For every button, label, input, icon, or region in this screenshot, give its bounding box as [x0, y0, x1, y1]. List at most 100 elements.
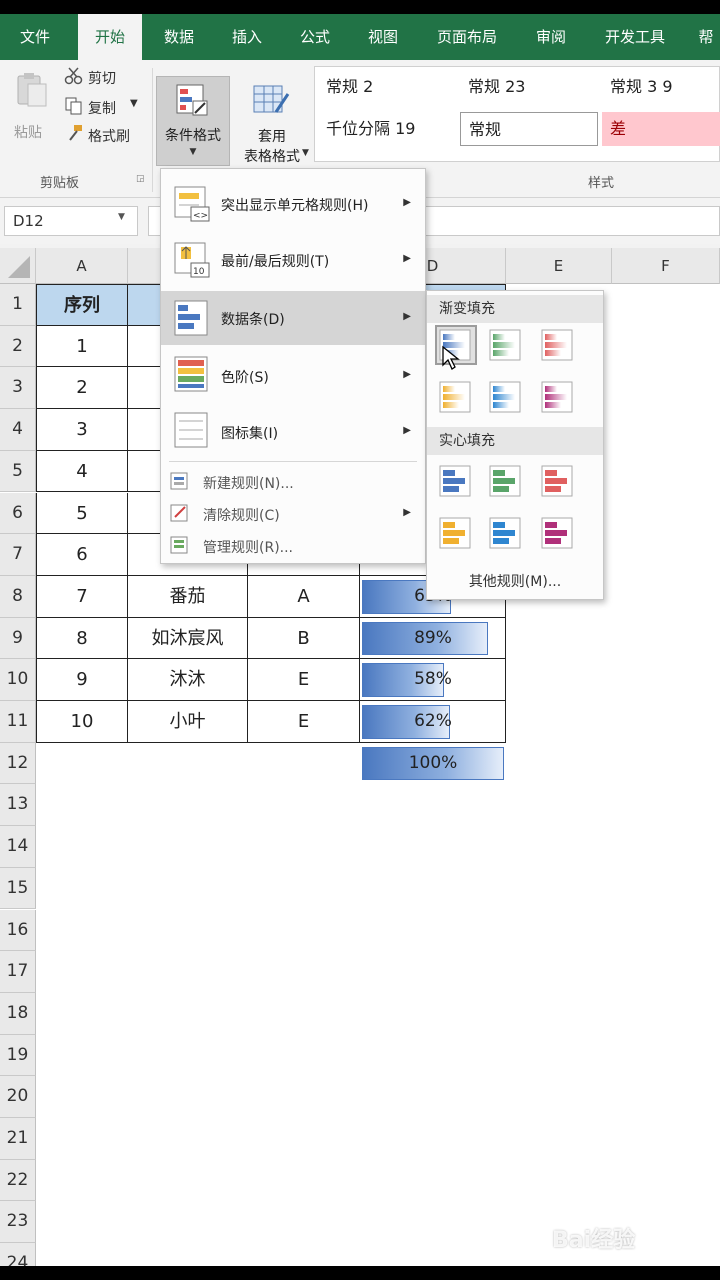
menu-item-clear-rules[interactable]: 清除规则(C) ▶	[161, 499, 425, 529]
tab-formulas[interactable]: 公式	[286, 14, 344, 60]
paste-label[interactable]: 粘贴	[14, 122, 42, 142]
style-comma-19[interactable]: 千位分隔 19	[318, 112, 458, 146]
name-box-dropdown-icon[interactable]: ▼	[118, 212, 125, 222]
menu-item-color-scales[interactable]: 色阶(S) ▶	[161, 349, 425, 401]
menu-label-top-bottom: 最前/最后规则(T)	[221, 254, 330, 270]
table-format-button[interactable]: 套用 表格格式	[234, 76, 310, 166]
table-cell-sequence[interactable]: 10	[36, 701, 128, 743]
gradient-data-bar-option[interactable]	[487, 327, 525, 363]
row-header[interactable]: 23	[0, 1201, 36, 1244]
menu-item-icon-sets[interactable]: 图标集(I) ▶	[161, 405, 425, 457]
row-header[interactable]: 16	[0, 909, 36, 952]
row-header[interactable]: 2	[0, 325, 36, 368]
tab-view[interactable]: 视图	[354, 14, 412, 60]
row-header[interactable]: 18	[0, 992, 36, 1035]
menu-item-top-bottom-rules[interactable]: 10 最前/最后规则(T) ▶	[161, 233, 425, 285]
paste-icon[interactable]	[12, 70, 52, 110]
table-cell-grade[interactable]: E	[248, 659, 360, 701]
tab-developer[interactable]: 开发工具	[592, 14, 678, 60]
menu-item-highlight-rules[interactable]: <> 突出显示单元格规则(H) ▶	[161, 177, 425, 229]
row-header[interactable]: 9	[0, 617, 36, 660]
solid-data-bar-option[interactable]	[487, 463, 525, 499]
tab-file[interactable]: 文件	[6, 14, 64, 60]
gradient-data-bar-option[interactable]	[539, 327, 577, 363]
style-normal[interactable]: 常规	[460, 112, 598, 146]
clipboard-launcher-icon[interactable]: ◲	[136, 174, 145, 184]
table-cell-name[interactable]: 如沐宸风	[128, 617, 248, 660]
copy-dropdown-icon[interactable]: ▼	[130, 98, 138, 109]
table-cell-grade[interactable]: E	[248, 701, 360, 743]
scissors-icon	[64, 66, 84, 86]
style-normal-2[interactable]: 常规 2	[318, 70, 458, 104]
solid-data-bar-option[interactable]	[437, 515, 475, 551]
table-cell-sequence[interactable]: 1	[36, 325, 128, 368]
menu-item-new-rule[interactable]: 新建规则(N)...	[161, 467, 425, 497]
menu-item-data-bars[interactable]: 数据条(D) ▶	[161, 291, 425, 345]
row-header[interactable]: 13	[0, 784, 36, 827]
row-header[interactable]: 10	[0, 659, 36, 701]
menu-label-manage-rules: 管理规则(R)...	[203, 540, 294, 556]
row-header[interactable]: 17	[0, 951, 36, 993]
table-cell-name[interactable]: 小叶	[128, 701, 248, 743]
row-header[interactable]: 19	[0, 1034, 36, 1077]
row-header[interactable]: 6	[0, 492, 36, 535]
row-header[interactable]: 8	[0, 575, 36, 618]
row-header[interactable]: 4	[0, 409, 36, 451]
table-cell-sequence[interactable]: 7	[36, 575, 128, 618]
table-cell-sequence[interactable]: 4	[36, 450, 128, 493]
data-bars-submenu: 渐变填充 实心填充 其他规则(M)...	[426, 290, 604, 600]
row-header[interactable]: 7	[0, 534, 36, 576]
table-cell-sequence[interactable]: 2	[36, 367, 128, 410]
table-header-sequence[interactable]: 序列	[36, 284, 128, 326]
gradient-data-bar-option[interactable]	[539, 379, 577, 415]
row-header[interactable]: 14	[0, 826, 36, 868]
solid-data-bar-option[interactable]	[437, 463, 475, 499]
row-header[interactable]: 24	[0, 1243, 36, 1266]
solid-data-bar-option[interactable]	[539, 463, 577, 499]
menu-item-manage-rules[interactable]: 管理规则(R)...	[161, 531, 425, 561]
table-cell-sequence[interactable]: 8	[36, 617, 128, 660]
tab-data[interactable]: 数据	[150, 14, 208, 60]
style-normal-3-9[interactable]: 常规 3 9	[602, 70, 720, 104]
column-header-e[interactable]: E	[506, 248, 612, 284]
gradient-data-bar-option[interactable]	[437, 379, 475, 415]
tab-page-layout[interactable]: 页面布局	[424, 14, 510, 60]
table-format-dropdown-icon[interactable]: ▼	[302, 148, 309, 158]
row-header[interactable]: 22	[0, 1159, 36, 1202]
table-cell-sequence[interactable]: 3	[36, 409, 128, 451]
table-cell-grade[interactable]: B	[248, 617, 360, 660]
row-header[interactable]: 12	[0, 742, 36, 785]
submenu-arrow-icon: ▶	[403, 197, 411, 208]
solid-data-bar-option[interactable]	[539, 515, 577, 551]
name-box-value: D12	[13, 212, 44, 230]
tab-review[interactable]: 审阅	[522, 14, 580, 60]
row-header[interactable]: 1	[0, 284, 36, 326]
more-rules-link[interactable]: 其他规则(M)...	[427, 571, 603, 591]
select-all-corner[interactable]	[0, 248, 36, 284]
row-header[interactable]: 20	[0, 1076, 36, 1118]
table-cell-sequence[interactable]: 6	[36, 534, 128, 576]
row-header[interactable]: 21	[0, 1118, 36, 1160]
solid-data-bar-option[interactable]	[487, 515, 525, 551]
table-cell-name[interactable]: 沐沐	[128, 659, 248, 701]
table-cell-sequence[interactable]: 9	[36, 659, 128, 701]
row-header[interactable]: 5	[0, 450, 36, 493]
row-header[interactable]: 3	[0, 367, 36, 410]
gradient-data-bar-option[interactable]	[487, 379, 525, 415]
row-header[interactable]: 15	[0, 867, 36, 910]
row-header[interactable]: 11	[0, 701, 36, 743]
style-normal-23[interactable]: 常规 23	[460, 70, 600, 104]
table-cell-grade[interactable]: A	[248, 575, 360, 618]
table-cell-name[interactable]: 番茄	[128, 575, 248, 618]
column-header-a[interactable]: A	[36, 248, 128, 284]
tab-insert[interactable]: 插入	[218, 14, 276, 60]
format-painter-button[interactable]: 格式刷	[88, 126, 130, 146]
column-header-f[interactable]: F	[612, 248, 720, 284]
tab-home[interactable]: 开始	[78, 14, 142, 60]
cut-button[interactable]: 剪切	[88, 68, 116, 88]
copy-button[interactable]: 复制	[88, 98, 116, 118]
tab-help[interactable]: 帮	[692, 14, 720, 60]
style-bad[interactable]: 差	[602, 112, 720, 146]
conditional-format-button[interactable]: 条件格式 ▼	[156, 76, 230, 166]
table-cell-sequence[interactable]: 5	[36, 492, 128, 535]
